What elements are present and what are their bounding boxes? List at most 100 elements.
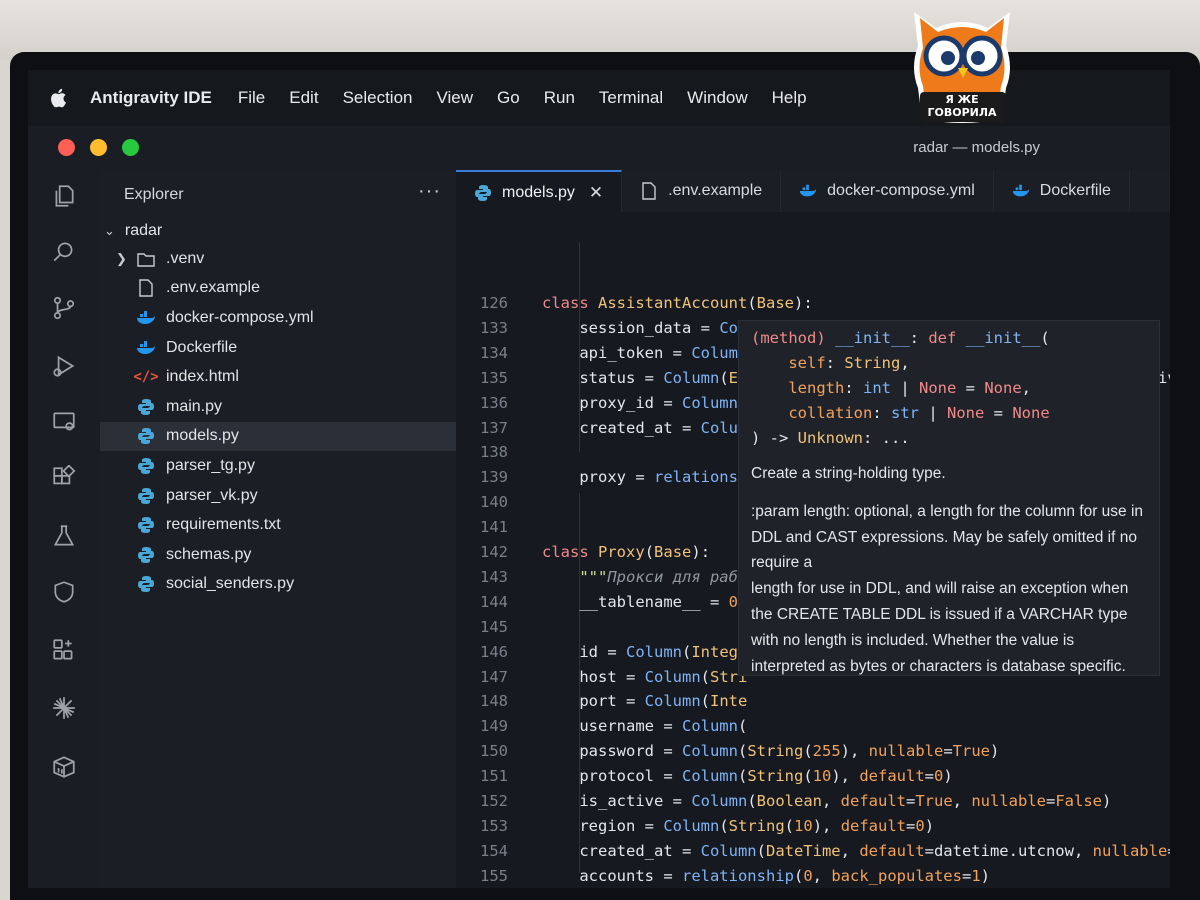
editor-tabs: models.py ✕ .env.example docker-compose.…	[456, 170, 1170, 214]
project-root-label: radar	[124, 222, 163, 239]
agent-spark-icon[interactable]	[48, 692, 80, 724]
menu-view[interactable]: View	[437, 88, 474, 108]
zoom-window-button[interactable]	[122, 139, 139, 156]
file-item-docker-compose[interactable]: docker-compose.yml	[100, 303, 456, 333]
tab-docker-compose[interactable]: docker-compose.yml	[781, 170, 994, 212]
code-text: port = Column(Inte	[542, 692, 748, 711]
line-number: 141	[480, 518, 508, 537]
chevron-down-icon: ⌄	[104, 223, 115, 238]
file-item-main-py[interactable]: main.py	[100, 392, 456, 422]
code-text: class AssistantAccount(Base):	[542, 294, 813, 312]
run-debug-icon[interactable]	[48, 350, 80, 382]
docker-icon	[136, 338, 156, 358]
code-text: protocol = Column(String(10), default=0)	[542, 767, 953, 786]
file-label: docker-compose.yml	[166, 308, 314, 326]
line-number: 149	[480, 717, 508, 736]
more-actions-icon[interactable]: ···	[418, 180, 441, 203]
code-line[interactable]: 154 created_at = Column(DateTime, defaul…	[456, 842, 1170, 866]
line-number: 135	[480, 368, 508, 387]
file-item-parser-tg[interactable]: parser_tg.py	[100, 451, 456, 481]
line-number: 138	[480, 443, 508, 462]
tab-label: models.py	[502, 184, 575, 201]
menu-terminal[interactable]: Terminal	[599, 88, 663, 108]
python-icon	[136, 574, 156, 594]
remote-explorer-icon[interactable]	[48, 406, 80, 438]
signature-line: self: String,	[788, 354, 910, 372]
menu-selection[interactable]: Selection	[343, 88, 413, 108]
line-number: 151	[480, 767, 508, 786]
code-line[interactable]: 148 port = Column(Inte	[456, 692, 1170, 716]
close-tab-icon[interactable]: ✕	[589, 183, 603, 203]
menu-go[interactable]: Go	[497, 88, 520, 108]
menu-file[interactable]: File	[238, 88, 265, 108]
code-line[interactable]: 149 username = Column(	[456, 717, 1170, 741]
file-item-schemas[interactable]: schemas.py	[100, 540, 456, 570]
owl-sticker: Я ЖЕ ГОВОРИЛА	[906, 6, 1018, 126]
file-item-dockerfile[interactable]: Dockerfile	[100, 333, 456, 363]
signature-block: (method) __init__: def __init__( self: S…	[751, 329, 1050, 454]
menu-edit[interactable]: Edit	[289, 88, 318, 108]
file-item-social-senders[interactable]: social_senders.py	[100, 570, 456, 600]
explorer-icon[interactable]	[48, 180, 80, 212]
apple-logo-icon[interactable]	[48, 87, 70, 109]
code-line[interactable]: 151 protocol = Column(String(10), defaul…	[456, 767, 1170, 791]
file-item-parser-vk[interactable]: parser_vk.py	[100, 481, 456, 511]
activity-bar	[28, 170, 100, 888]
line-number: 142	[480, 543, 508, 561]
python-icon	[136, 456, 156, 476]
code-line[interactable]: 150 password = Column(String(255), nulla…	[456, 742, 1170, 766]
code-text: accounts = relationship(0, back_populate…	[542, 866, 991, 885]
code-line[interactable]: 153 region = Column(String(10), default=…	[456, 817, 1170, 841]
tab-env-example[interactable]: .env.example	[622, 170, 782, 212]
line-number: 134	[480, 343, 508, 362]
window-title: radar — models.py	[913, 139, 1040, 156]
close-window-button[interactable]	[58, 139, 75, 156]
extensions-icon[interactable]	[48, 462, 80, 494]
signature-line: ) -> Unknown: ...	[751, 429, 910, 447]
line-number: 147	[480, 667, 508, 686]
code-line[interactable]: 126 class AssistantAccount(Base):	[456, 294, 1170, 318]
code-text: host = Column(Stri	[542, 667, 748, 686]
file-label: requirements.txt	[166, 516, 281, 534]
doc-text: Create a string-holding type. :param len…	[751, 461, 1151, 675]
project-root-folder[interactable]: ⌄ radar	[104, 218, 162, 244]
package-box-icon[interactable]	[48, 750, 80, 782]
line-number: 136	[480, 393, 508, 412]
tab-models-py[interactable]: models.py ✕	[456, 170, 623, 214]
file-label: models.py	[166, 427, 239, 445]
menu-run[interactable]: Run	[544, 88, 575, 108]
line-number: 144	[480, 592, 508, 611]
shield-icon[interactable]	[48, 576, 80, 608]
tab-dockerfile[interactable]: Dockerfile	[994, 170, 1130, 212]
menu-window[interactable]: Window	[687, 88, 747, 108]
doc-param-cont: length for use in DDL, and will raise an…	[751, 580, 1129, 675]
line-number: 146	[480, 642, 508, 661]
line-number: 153	[480, 816, 508, 835]
tab-label: docker-compose.yml	[827, 182, 975, 199]
file-tree: ❯ .venv .env.example docker-compose.yml …	[100, 244, 456, 599]
docker-icon	[1012, 182, 1030, 200]
code-text: __tablename__ = 0	[542, 592, 738, 611]
minimize-window-button[interactable]	[90, 139, 107, 156]
python-icon	[136, 397, 156, 417]
file-label: .venv	[166, 249, 205, 267]
python-icon	[136, 515, 156, 535]
code-line[interactable]: 152 is_active = Column(Boolean, default=…	[456, 792, 1170, 816]
screen: Antigravity IDE File Edit Selection View…	[28, 70, 1170, 888]
app-name[interactable]: Antigravity IDE	[90, 88, 212, 108]
search-icon[interactable]	[48, 236, 80, 268]
code-line[interactable]: 155 accounts = relationship(0, back_popu…	[456, 867, 1170, 888]
file-item-venv[interactable]: ❯ .venv	[100, 244, 456, 274]
background-wall	[0, 0, 1200, 60]
explorer-sidebar: Explorer ··· ⌄ radar ❯ .venv .env.exampl…	[100, 170, 456, 888]
file-item-index-html[interactable]: </> index.html	[100, 362, 456, 392]
source-control-icon[interactable]	[48, 292, 80, 324]
menu-help[interactable]: Help	[772, 88, 807, 108]
code-text: class Proxy(Base):	[542, 543, 711, 561]
file-item-models-py[interactable]: models.py	[100, 421, 456, 452]
workflow-icon[interactable]	[48, 634, 80, 666]
testing-flask-icon[interactable]	[48, 520, 80, 552]
file-item-env-example[interactable]: .env.example	[100, 274, 456, 304]
file-item-requirements[interactable]: requirements.txt	[100, 510, 456, 540]
line-number: 145	[480, 617, 508, 636]
